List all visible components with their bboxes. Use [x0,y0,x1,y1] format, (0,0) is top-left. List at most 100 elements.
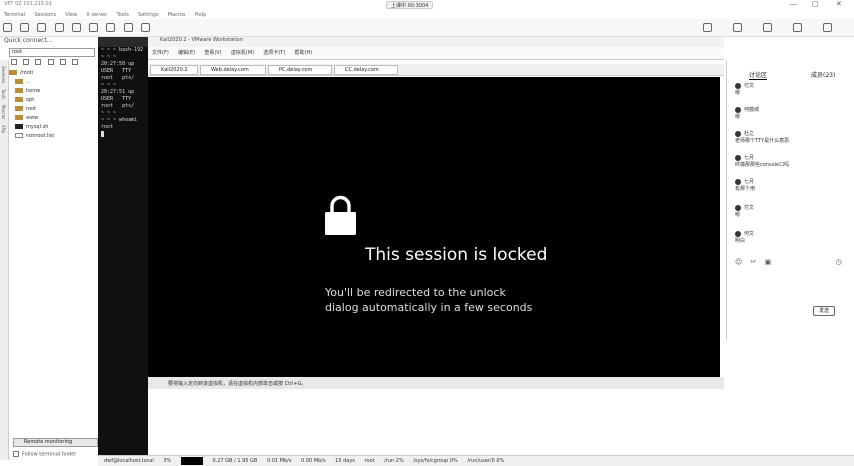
sidebar-tab-macros[interactable]: Macros [1,105,6,119]
send-button[interactable]: 发送 [813,306,835,316]
games-icon[interactable] [54,23,64,32]
sidebar-tab-tools[interactable]: Tools [1,89,6,99]
menu-macros[interactable]: Macros [168,12,186,18]
avatar [735,204,741,211]
status-cpu-graph [180,456,203,465]
menu-tools[interactable]: Tools [116,12,128,18]
vm-menu-file[interactable]: 文件(F) [152,50,169,56]
folder-icon [9,70,17,75]
avatar [735,106,741,113]
vm-tab-kali[interactable]: Kali2020.2 [150,65,198,75]
folder-icon [15,106,23,111]
menu-terminal[interactable]: Terminal [4,12,25,18]
terminal-pane[interactable]: ~ ~ ~ bash-192 ~ ~ ~ 20:27:50 up USER TT… [98,37,148,465]
status-download: 0.00 Mb/s [301,458,326,464]
menu-view[interactable]: View [65,12,77,18]
servers-icon[interactable] [20,23,30,32]
terminal-line: ~ ~ ~ [101,82,117,88]
terminal-cursor [101,131,104,137]
packages-icon[interactable] [123,23,133,32]
file-tree-item[interactable]: .. [9,79,98,88]
chat-message: 何蕴城嗯 [735,106,760,120]
tunneling-icon[interactable] [106,23,116,32]
lock-title: This session is locked [365,245,548,265]
file-tree-item[interactable]: mysql.sh [9,124,98,133]
file-tree-item[interactable]: root [9,106,98,115]
menu-sessions[interactable]: Sessions [34,12,56,18]
file-tree-item[interactable]: nonroot.list [9,133,98,142]
tab-discussion[interactable]: 讨论区 [749,70,768,80]
vm-tab-pc[interactable]: PC.delay.com [268,65,332,75]
avatar [735,230,741,237]
session-icon[interactable] [3,23,12,32]
upload-icon[interactable] [47,59,54,65]
menu-settings[interactable]: Settings [138,12,159,18]
vm-menu-view[interactable]: 查看(V) [204,50,221,56]
file-tree-item[interactable]: home [9,88,98,97]
tools-icon[interactable] [37,23,47,32]
follow-terminal-folder-checkbox[interactable]: Follow terminal folder [13,451,103,460]
status-user: root [364,458,375,464]
vm-menu-vm[interactable]: 虚拟机(M) [231,50,254,56]
delete-icon[interactable] [72,59,79,65]
multiexec-icon[interactable] [89,23,99,32]
status-disk-cgroup: /sys/fs/cgroup 0% [413,458,458,464]
split-icon[interactable] [71,23,81,32]
new-folder-icon[interactable] [35,59,42,65]
terminal-line: USER TTY [101,68,132,74]
sidebar-tab-strip: Sessions Tools Macros Sftp [0,60,9,460]
sidebar-tab-sessions[interactable]: Sessions [1,66,6,83]
file-tree-item[interactable]: opt [9,97,98,106]
live-badge[interactable]: 上课中 00:3004 [386,1,434,9]
menu-help[interactable]: Help [195,12,206,18]
vm-screen[interactable]: This session is locked You'll be redirec… [148,77,720,377]
up-folder-icon[interactable] [11,59,17,65]
chat-message: 何文 明白 [735,230,755,244]
vm-tab-cc[interactable]: CC.delay.com [334,65,398,75]
vm-menu-edit[interactable]: 编辑(E) [178,50,195,56]
terminal-line: root pts/ [101,75,135,81]
file-tree-item[interactable]: /root/ [9,70,98,79]
file-tree-item[interactable]: www [9,115,98,124]
emoji-icon[interactable]: ☺ [735,258,742,266]
color-tool-icon[interactable] [823,23,832,32]
chat-message: 付文嗯 [735,204,755,218]
path-input[interactable]: root [9,48,95,57]
text-tool-icon[interactable] [763,23,772,32]
lock-message-line1: You'll be redirected to the unlock [325,286,506,299]
vmware-title: Kali2020.2 - VMware Workstation [148,37,724,47]
chat-message: 七月 终端那那些console口吗 [735,154,790,168]
checkbox-icon [13,451,19,457]
close-icon[interactable]: ✕ [836,0,842,8]
quick-connect[interactable]: Quick connect... [0,37,98,47]
refresh-icon[interactable] [23,59,30,65]
folder-icon [15,88,23,93]
vm-menu-help[interactable]: 帮助(H) [295,50,313,56]
tab-members[interactable]: 成员(23) [811,70,835,79]
remote-monitoring-toggle[interactable]: Remote monitoring [13,438,98,447]
main-toolbar [0,19,854,37]
maximize-icon[interactable]: □ [812,0,819,8]
settings-icon[interactable] [140,23,150,32]
avatar [735,130,741,137]
minimize-icon[interactable]: — [790,0,797,8]
history-icon[interactable]: ◷ [836,258,842,266]
vm-menu-tabs[interactable]: 选项卡(T) [263,50,285,56]
menu-bar: Terminal Sessions View X server Tools Se… [0,10,854,19]
image-icon[interactable]: ▣ [765,258,772,266]
scissors-icon[interactable]: ✂ [751,258,757,266]
chat-panel: 讨论区 成员(23) 付文嗯 何蕴城嗯 杜之 老师那个TTY是什么意思 七月 终端那… [726,60,854,340]
terminal-line: root pts/ [101,103,135,109]
status-cpu: 3% [163,458,172,464]
terminal-line: ~ ~ ~ whoami [101,117,138,123]
lock-icon [325,195,356,235]
eraser-icon[interactable] [733,23,742,32]
sidebar-tab-sftp[interactable]: Sftp [1,125,6,133]
vm-tab-web[interactable]: Web.delay.com [200,65,266,75]
chat-input-toolbar: ☺ ✂ ▣ ◷ [735,258,842,266]
terminal-line: ~ ~ ~ [101,54,117,60]
shape-tool-icon[interactable] [793,23,802,32]
pen-icon[interactable] [703,23,712,32]
download-icon[interactable] [59,59,66,65]
menu-xserver[interactable]: X server [86,12,107,18]
